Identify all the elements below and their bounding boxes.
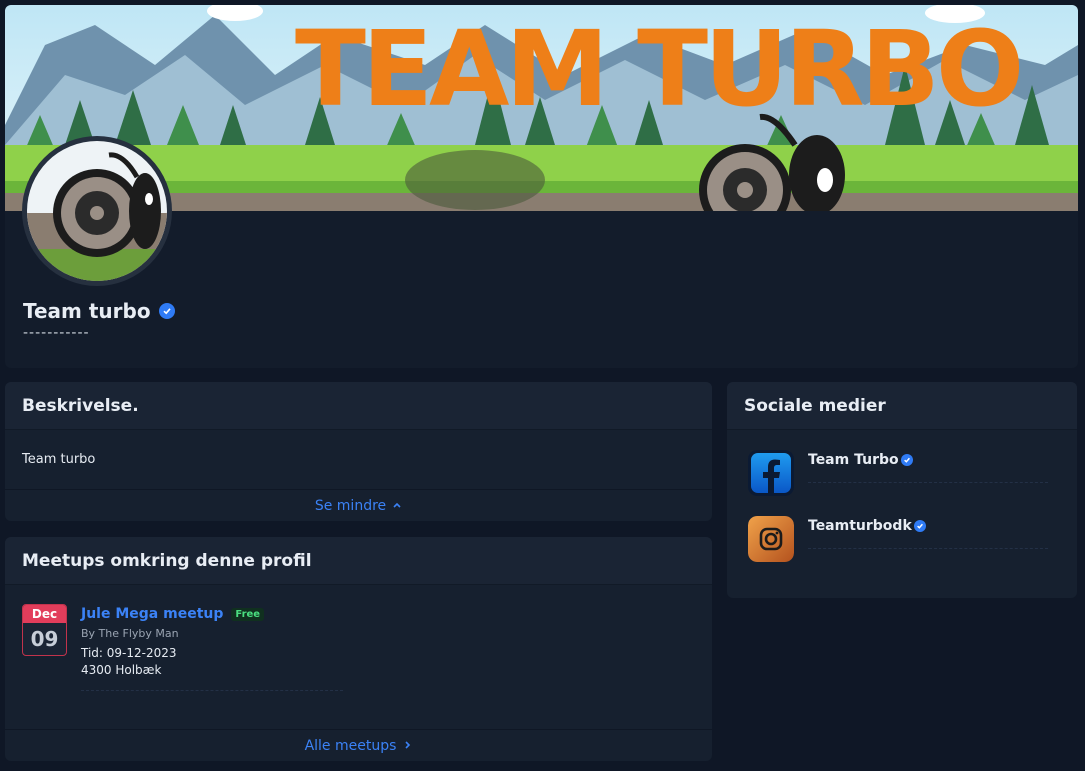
all-meetups-label: Alle meetups xyxy=(304,737,397,754)
meetup-organizer: By The Flyby Man xyxy=(81,627,179,640)
social-item-facebook[interactable]: Team Turbo xyxy=(748,450,1048,496)
profile-banner: TEAM TURBO xyxy=(5,5,1078,211)
description-card: Beskrivelse. Team turbo Se mindre xyxy=(5,382,712,521)
divider xyxy=(808,548,1048,549)
meetups-card: Meetups omkring denne profil Dec 09 Jule… xyxy=(5,537,712,761)
profile-avatar[interactable] xyxy=(22,136,172,286)
instagram-name: Teamturbodk xyxy=(808,518,912,534)
profile-name-text: Team turbo xyxy=(23,299,151,323)
social-media-card: Sociale medier Team Turbo Teamturbodk xyxy=(727,382,1077,598)
meetup-month: Dec xyxy=(23,605,66,623)
meetup-time: Tid: 09-12-2023 xyxy=(81,646,177,660)
facebook-icon xyxy=(748,450,794,496)
social-item-instagram[interactable]: Teamturbodk xyxy=(748,516,1048,562)
verified-check-icon xyxy=(900,454,913,466)
divider xyxy=(81,690,343,691)
social-media-title: Sociale medier xyxy=(727,382,1077,430)
description-text: Team turbo xyxy=(22,452,96,467)
meetup-day: 09 xyxy=(30,627,59,651)
free-badge: Free xyxy=(231,607,265,621)
profile-subtitle: ----------- xyxy=(23,325,90,341)
all-meetups-button[interactable]: Alle meetups xyxy=(5,729,712,761)
instagram-icon xyxy=(748,516,794,562)
verified-check-icon xyxy=(158,303,175,319)
chevron-up-icon xyxy=(392,498,402,514)
profile-header-card: TEAM TURBO Team turbo ----------- xyxy=(5,5,1078,368)
show-less-label: Se mindre xyxy=(314,497,387,514)
meetup-title-link[interactable]: Jule Mega meetup xyxy=(81,606,223,622)
divider xyxy=(808,482,1048,483)
chevron-right-icon xyxy=(402,738,412,754)
profile-name: Team turbo xyxy=(23,299,175,323)
verified-check-icon xyxy=(913,520,926,532)
description-title: Beskrivelse. xyxy=(5,382,712,430)
show-less-button[interactable]: Se mindre xyxy=(5,489,712,521)
meetup-item[interactable]: Dec 09 Jule Mega meetup Free By The Flyb… xyxy=(22,604,343,691)
meetups-title: Meetups omkring denne profil xyxy=(5,537,712,585)
meetup-location: 4300 Holbæk xyxy=(81,663,162,677)
meetup-date-badge: Dec 09 xyxy=(22,604,67,656)
facebook-name: Team Turbo xyxy=(808,452,899,468)
banner-title-text: TEAM TURBO xyxy=(295,8,1020,130)
